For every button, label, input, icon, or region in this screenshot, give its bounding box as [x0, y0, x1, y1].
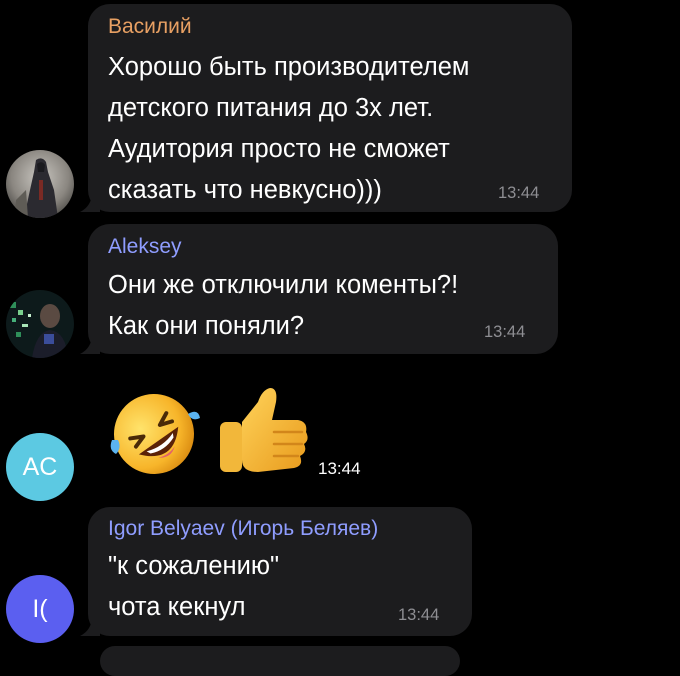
sticker-thumbs-up[interactable]: [212, 380, 312, 480]
avatar-igor[interactable]: I(: [6, 575, 74, 643]
message-text-line: Как они поняли?: [108, 312, 305, 340]
message-sender[interactable]: Igor Belyaev (Игорь Беляев): [108, 517, 378, 541]
rofl-emoji-icon: [110, 394, 200, 474]
sticker-rolling-on-floor-laughing[interactable]: [104, 384, 204, 484]
message-time: 13:44: [398, 606, 440, 624]
avatar-photo-icon: [6, 150, 74, 218]
message-text-line: "к сожалению": [108, 552, 280, 580]
avatar-photo-icon: [6, 290, 74, 358]
message-text-line: чота кекнул: [108, 593, 246, 621]
avatar-initials: AC: [22, 452, 58, 481]
message-time: 13:44: [498, 184, 540, 202]
message-text-line: сказать что невкусно))): [108, 176, 382, 204]
message-text-line: Аудитория просто не сможет: [108, 135, 450, 163]
avatar-initials: I(: [32, 594, 48, 623]
avatar-ac[interactable]: AC: [6, 433, 74, 501]
message-text-line: Они же отключили коменты?!: [108, 271, 459, 299]
sticker-time: 13:44: [318, 459, 361, 478]
message-time: 13:44: [484, 323, 526, 341]
message-bubble[interactable]: Aleksey Они же отключили коменты?! Как о…: [88, 224, 558, 354]
message-text-line: Хорошо быть производителем: [108, 53, 470, 81]
thumbs-up-icon: [220, 388, 308, 472]
message-text-line: детского питания до 3х лет.: [108, 94, 434, 122]
avatar-vasiliy[interactable]: [6, 150, 74, 218]
message-bubble[interactable]: Igor Belyaev (Игорь Беляев) "к сожалению…: [88, 507, 472, 636]
message-bubble[interactable]: Василий Хорошо быть производителем детск…: [88, 4, 572, 212]
message-sender[interactable]: Aleksey: [108, 235, 182, 259]
message-sender[interactable]: Василий: [108, 15, 192, 39]
avatar-aleksey[interactable]: [6, 290, 74, 358]
